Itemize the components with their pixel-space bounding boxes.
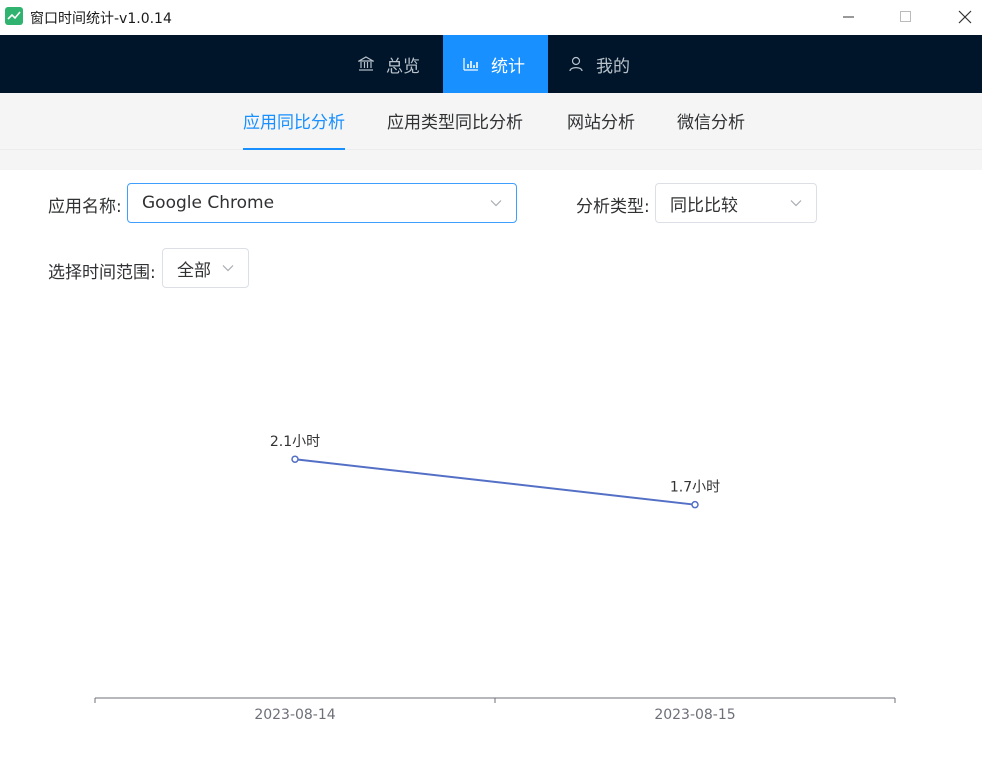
line-chart-svg: 2023-08-14 2023-08-15 2.1小时 1.7小时 xyxy=(94,434,896,723)
app-logo-icon xyxy=(5,7,23,25)
x-tick-label: 2023-08-15 xyxy=(654,707,735,723)
window-title: 窗口时间统计-v1.0.14 xyxy=(30,11,172,27)
close-icon xyxy=(958,10,972,23)
x-tick-label: 2023-08-14 xyxy=(254,707,335,723)
data-label: 2.1小时 xyxy=(270,434,320,450)
nav-overview-label: 总览 xyxy=(386,56,420,77)
close-button[interactable] xyxy=(942,0,982,33)
analysis-type-value: 同比比较 xyxy=(670,195,738,216)
time-range-select[interactable]: 全部 xyxy=(162,248,249,288)
top-nav: 总览 统计 我的 xyxy=(0,35,982,93)
chevron-down-icon xyxy=(222,265,234,272)
data-point xyxy=(691,500,699,509)
nav-stats[interactable]: 统计 xyxy=(443,35,548,93)
chevron-down-icon xyxy=(790,200,802,207)
bar-chart-icon xyxy=(463,56,479,72)
analysis-type-select[interactable]: 同比比较 xyxy=(655,183,817,223)
app-name-label: 应用名称: xyxy=(48,197,122,217)
section-divider xyxy=(0,150,982,170)
user-icon xyxy=(568,56,584,72)
analysis-type-label: 分析类型: xyxy=(576,197,650,217)
data-point xyxy=(291,455,299,463)
nav-stats-label: 统计 xyxy=(491,56,525,77)
tab-website-analysis[interactable]: 网站分析 xyxy=(567,93,635,150)
nav-mine-label: 我的 xyxy=(596,56,630,77)
app-name-select[interactable]: Google Chrome xyxy=(127,183,517,223)
tab-app-yoy[interactable]: 应用同比分析 xyxy=(243,93,345,150)
data-label: 1.7小时 xyxy=(670,480,720,496)
nav-overview[interactable]: 总览 xyxy=(338,35,444,93)
tab-app-type-yoy[interactable]: 应用类型同比分析 xyxy=(387,93,523,150)
minimize-button[interactable] xyxy=(826,0,872,33)
line-chart: 2023-08-14 2023-08-15 2.1小时 1.7小时 xyxy=(0,300,982,770)
bank-icon xyxy=(358,56,374,72)
sub-tabs: 应用同比分析 应用类型同比分析 网站分析 微信分析 xyxy=(0,93,982,150)
maximize-icon xyxy=(900,10,911,22)
nav-mine[interactable]: 我的 xyxy=(548,35,654,93)
time-range-label: 选择时间范围: xyxy=(48,263,156,283)
minimize-icon xyxy=(843,16,854,17)
chevron-down-icon xyxy=(490,200,502,207)
title-bar: 窗口时间统计-v1.0.14 xyxy=(0,0,982,35)
app-name-value: Google Chrome xyxy=(142,193,275,213)
time-range-value: 全部 xyxy=(177,260,211,281)
tab-wechat-analysis[interactable]: 微信分析 xyxy=(677,93,745,150)
maximize-button[interactable] xyxy=(883,0,929,33)
series-line xyxy=(294,458,696,506)
